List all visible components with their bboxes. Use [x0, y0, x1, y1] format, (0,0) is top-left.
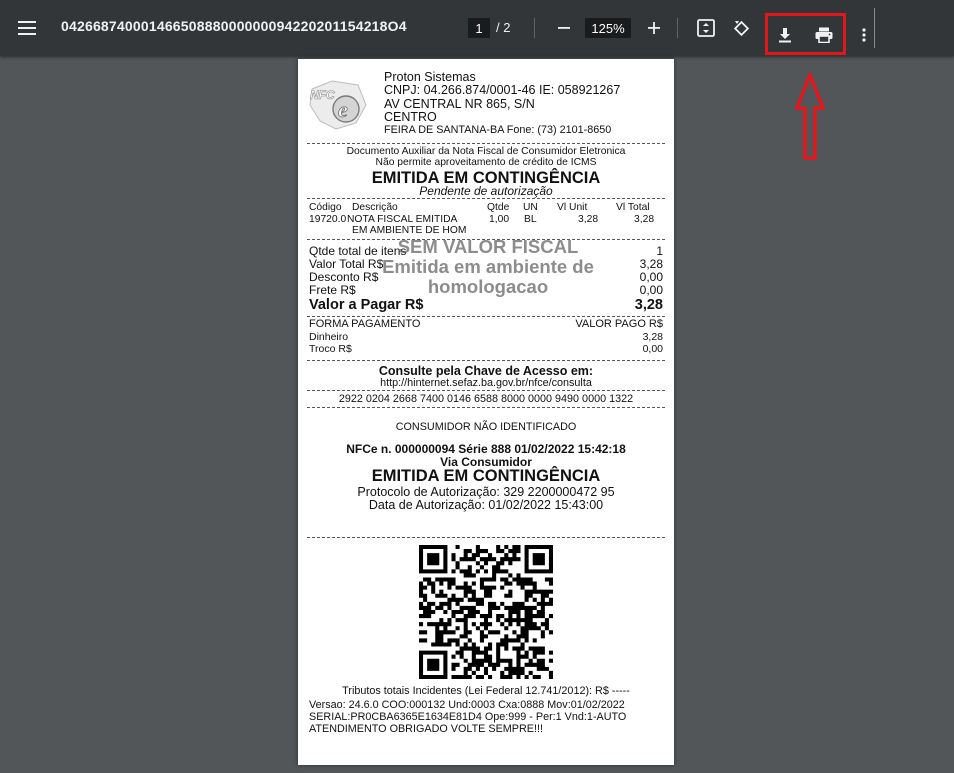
- company-cnpj: CNPJ: 04.266.874/0001-46 IE: 058921267: [384, 83, 621, 98]
- total-label: Frete R$: [309, 283, 356, 297]
- item-desc: NOTA FISCAL EMITIDA: [347, 214, 458, 225]
- payment-label: Dinheiro: [309, 331, 349, 343]
- pdf-page: NFC e Proton Sistemas CNPJ: 04.266.874/0…: [298, 59, 674, 765]
- watermark: SEM VALOR FISCAL Emitida em ambiente de …: [358, 237, 618, 297]
- page-total: / 2: [496, 20, 511, 35]
- toolbar-divider: [534, 18, 535, 38]
- separator: [307, 407, 665, 408]
- col-code-header: Código: [309, 202, 342, 213]
- zoom-level-input[interactable]: 125%: [585, 18, 631, 38]
- payment-value: 3,28: [642, 331, 663, 343]
- print-icon: [815, 27, 833, 43]
- menu-button[interactable]: [10, 14, 44, 42]
- logo-text: NFC: [310, 88, 335, 102]
- item-desc-cont: EM AMBIENTE DE HOM: [352, 225, 467, 236]
- total-value: 0,00: [639, 283, 663, 297]
- watermark-line: Emitida em ambiente de: [382, 256, 594, 277]
- pdf-toolbar: 0426687400014665088800000009422020115421…: [0, 0, 954, 56]
- company-city-phone: FEIRA DE SANTANA-BA Fone: (73) 2101-8650: [384, 124, 612, 137]
- separator: [307, 143, 665, 144]
- watermark-line: homologacao: [427, 276, 549, 297]
- separator: [307, 198, 665, 199]
- company-district: CENTRO: [384, 109, 437, 124]
- fit-to-page-button[interactable]: [692, 15, 720, 41]
- qr-modules: [419, 545, 553, 679]
- col-unit-header: Vl Unit: [557, 202, 588, 213]
- nfce-logo-icon: NFC e: [309, 80, 367, 130]
- more-vert-icon: [862, 28, 866, 42]
- separator: [307, 537, 665, 538]
- total-value: 1: [656, 244, 663, 258]
- company-name: Proton Sistemas: [384, 70, 476, 84]
- total-value: 3,28: [639, 257, 663, 271]
- rotate-button[interactable]: [727, 15, 755, 41]
- col-total-header: Vl Total: [616, 202, 650, 213]
- print-button[interactable]: [810, 21, 838, 49]
- item-code: 19720.0: [309, 214, 347, 225]
- payment-header-row: FORMA PAGAMENTO VALOR PAGO R$: [309, 318, 663, 330]
- amount-due-value: 3,28: [634, 297, 663, 313]
- doc-title-line1: Documento Auxiliar da Nota Fiscal de Con…: [346, 146, 626, 157]
- access-key: 2922 0204 2668 7400 0146 6588 8000 0000 …: [338, 393, 634, 405]
- amount-due-label: Valor a Pagar R$: [309, 297, 424, 313]
- item-unit: 3,28: [578, 214, 599, 225]
- page-number-input[interactable]: 1: [468, 18, 490, 38]
- footer-block: Versao: 24.6.0 COO:000132 Und:0003 Cxa:0…: [309, 699, 626, 735]
- footer-line: ATENDIMENTO OBRIGADO VOLTE SEMPRE!!!: [309, 723, 543, 735]
- payment-value: 0,00: [642, 343, 663, 355]
- amount-paid-header: VALOR PAGO R$: [575, 318, 663, 330]
- nfce-number-line: NFCe n. 000000094 Série 888 01/02/2022 1…: [346, 442, 626, 456]
- company-header: Proton Sistemas CNPJ: 04.266.874/0001-46…: [384, 70, 621, 137]
- watermark-line: SEM VALOR FISCAL: [397, 236, 579, 257]
- pending-authorization: Pendente de autorização: [419, 184, 553, 198]
- separator: [307, 390, 665, 391]
- col-un-header: UN: [523, 202, 538, 213]
- taxes-info: Tributos totais Incidentes (Lei Federal …: [342, 685, 630, 697]
- item-total: 3,28: [634, 214, 655, 225]
- footer-line: SERIAL:PR0CBA6365E1634E81D4 Ope:999 - Pe…: [309, 711, 627, 723]
- authorization-protocol: Protocolo de Autorização: 329 2200000472…: [357, 485, 615, 499]
- more-options-button[interactable]: [853, 21, 875, 49]
- consumer-info: CONSUMIDOR NÃO IDENTIFICADO: [395, 421, 577, 433]
- download-button[interactable]: [771, 21, 799, 49]
- toolbar-edge-divider: [874, 8, 875, 48]
- col-qty-header: Qtde: [487, 202, 510, 213]
- qr-code: [419, 545, 553, 679]
- amount-due-row: Valor a Pagar R$ 3,28: [309, 297, 663, 313]
- total-value: 0,00: [639, 270, 663, 284]
- doc-title-line2: Não permite aproveitamento de crédito de…: [375, 157, 597, 168]
- consult-title: Consulte pela Chave de Acesso em:: [378, 364, 594, 378]
- authorization-date: Data de Autorização: 01/02/2022 15:43:00: [368, 498, 604, 512]
- zoom-in-button[interactable]: [640, 15, 668, 41]
- company-address: AV CENTRAL NR 865, S/N: [384, 96, 535, 111]
- payment-method-header: FORMA PAGAMENTO: [309, 318, 421, 330]
- svg-text:e: e: [338, 97, 348, 122]
- payment-row: Troco R$ 0,00: [309, 343, 663, 355]
- zoom-in-icon: [648, 22, 660, 34]
- zoom-out-button[interactable]: [550, 15, 578, 41]
- col-desc-header: Descrição: [352, 202, 398, 213]
- separator: [307, 316, 665, 317]
- download-icon: [779, 28, 791, 43]
- separator: [307, 360, 665, 361]
- consult-url: http://hinternet.sefaz.ba.gov.br/nfce/co…: [380, 377, 592, 389]
- item-qty: 1,00: [489, 214, 510, 225]
- footer-line: Versao: 24.6.0 COO:000132 Und:0003 Cxa:0…: [309, 699, 625, 711]
- annotation-arrow-icon: [795, 73, 825, 160]
- zoom-out-icon: [558, 27, 570, 29]
- payment-label: Troco R$: [309, 343, 352, 355]
- fit-page-icon: [697, 19, 715, 37]
- payment-row: Dinheiro 3,28: [309, 331, 663, 343]
- contingency-heading-2: EMITIDA EM CONTINGÊNCIA: [371, 467, 601, 485]
- toolbar-divider: [677, 18, 678, 38]
- rotate-icon: [733, 20, 750, 37]
- item-un: BL: [524, 214, 537, 225]
- document-title: 0426687400014665088800000009422020115421…: [61, 18, 407, 34]
- hamburger-menu-icon: [18, 21, 36, 35]
